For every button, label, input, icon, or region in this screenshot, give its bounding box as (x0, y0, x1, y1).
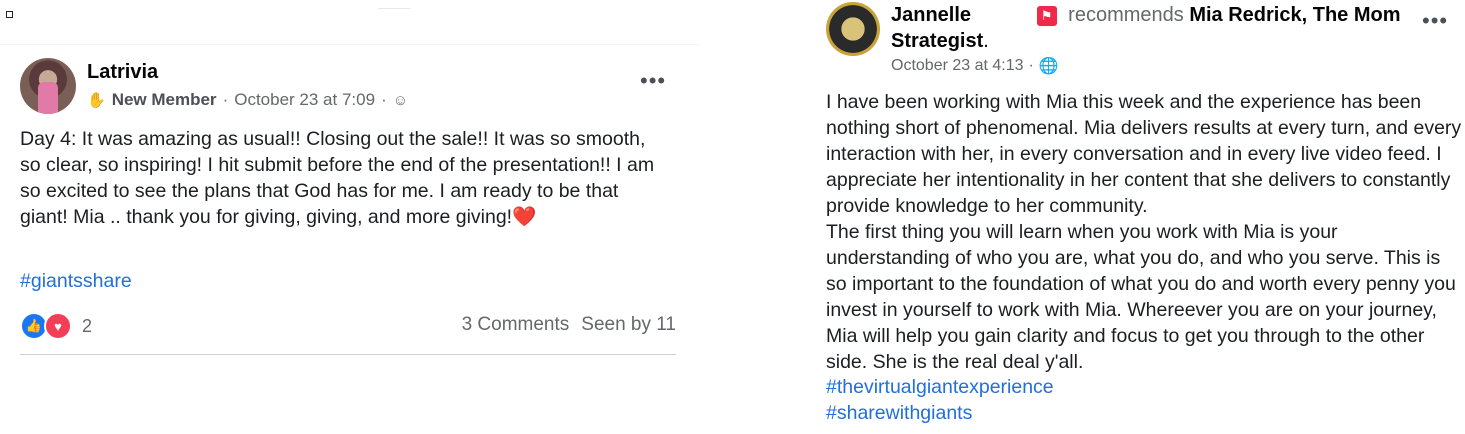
meta-separator: · (381, 90, 387, 109)
post-paragraph: I have been working with Mia this week a… (826, 91, 1462, 217)
post-stats: 3 Comments Seen by 11 (462, 314, 676, 336)
divider-fragment (378, 8, 410, 9)
header-period: . (983, 30, 989, 52)
author-name[interactable]: Jannelle (891, 4, 971, 26)
post-body: Day 4: It was amazing as usual!! Closing… (20, 126, 670, 230)
group-audience-icon[interactable]: ☺ (393, 92, 408, 109)
reaction-count: 2 (82, 315, 93, 336)
post-timestamp[interactable]: October 23 at 4:13 (891, 57, 1024, 75)
hashtag-list: #thevirtualgiantexperience #sharewithgia… (826, 374, 1054, 426)
author-avatar[interactable] (20, 58, 76, 114)
post-meta: ✋ New Member · October 23 at 7:09 · ☺ (87, 90, 408, 110)
post-divider (20, 354, 676, 355)
meta-separator: · (222, 90, 229, 109)
globe-icon[interactable]: 🌐 (1039, 56, 1059, 76)
meta-separator: · (1028, 57, 1034, 74)
more-options-icon[interactable]: ••• (640, 68, 666, 94)
recommend-flag-icon: ⚑ (1036, 6, 1057, 26)
window-corner-checkbox (6, 11, 13, 18)
reaction-summary[interactable]: 👍 ♥ 2 (20, 312, 92, 340)
more-options-icon[interactable]: ••• (1422, 8, 1448, 34)
love-reaction-icon: ♥ (44, 312, 72, 340)
author-name[interactable]: Latrivia (87, 61, 158, 84)
post-meta: October 23 at 4:13 · 🌐 (891, 56, 1059, 76)
recommend-verb: recommends (1068, 4, 1184, 26)
post-paragraph: The first thing you will learn when you … (826, 221, 1456, 373)
hashtag-link[interactable]: #sharewithgiants (826, 400, 1054, 426)
post-header: Jannelle ⚑ recommends Mia Redrick, The M… (891, 2, 1411, 54)
seen-by-link[interactable]: Seen by 11 (581, 314, 676, 336)
post-text: Day 4: It was amazing as usual!! Closing… (20, 128, 655, 228)
post-body: I have been working with Mia this week a… (826, 89, 1462, 375)
heart-emoji: ❤️ (512, 206, 537, 228)
hashtag-link[interactable]: #thevirtualgiantexperience (826, 374, 1054, 400)
author-avatar[interactable] (826, 2, 880, 56)
post-timestamp[interactable]: October 23 at 7:09 (234, 90, 375, 110)
member-badge[interactable]: New Member (112, 90, 217, 110)
hand-badge-icon: ✋ (87, 92, 106, 109)
hashtag-link[interactable]: #giantsshare (20, 270, 132, 293)
comments-link[interactable]: 3 Comments (462, 314, 570, 336)
top-divider (0, 44, 700, 45)
recommendation-post-jannelle: Jannelle ⚑ recommends Mia Redrick, The M… (826, 0, 1462, 434)
